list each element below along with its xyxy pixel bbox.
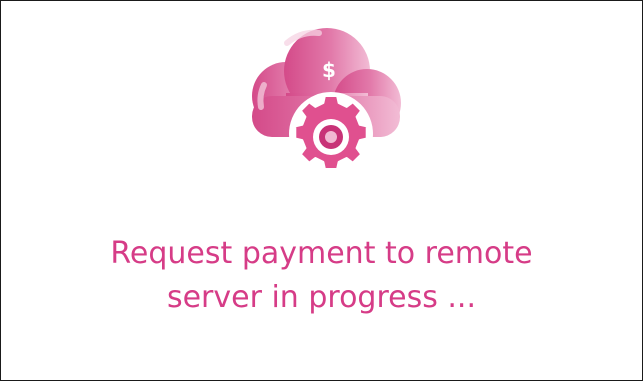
status-line-1: Request payment to remote — [110, 236, 533, 271]
progress-dialog: $ Request payment to remote server in pr… — [0, 0, 643, 381]
status-message: Request payment to remote server in prog… — [1, 232, 642, 320]
cloud-payment-gear-icon: $ — [241, 21, 407, 187]
dollar-sign: $ — [322, 58, 336, 82]
status-line-2: server in progress ... — [166, 280, 477, 315]
gear-icon — [289, 92, 373, 176]
